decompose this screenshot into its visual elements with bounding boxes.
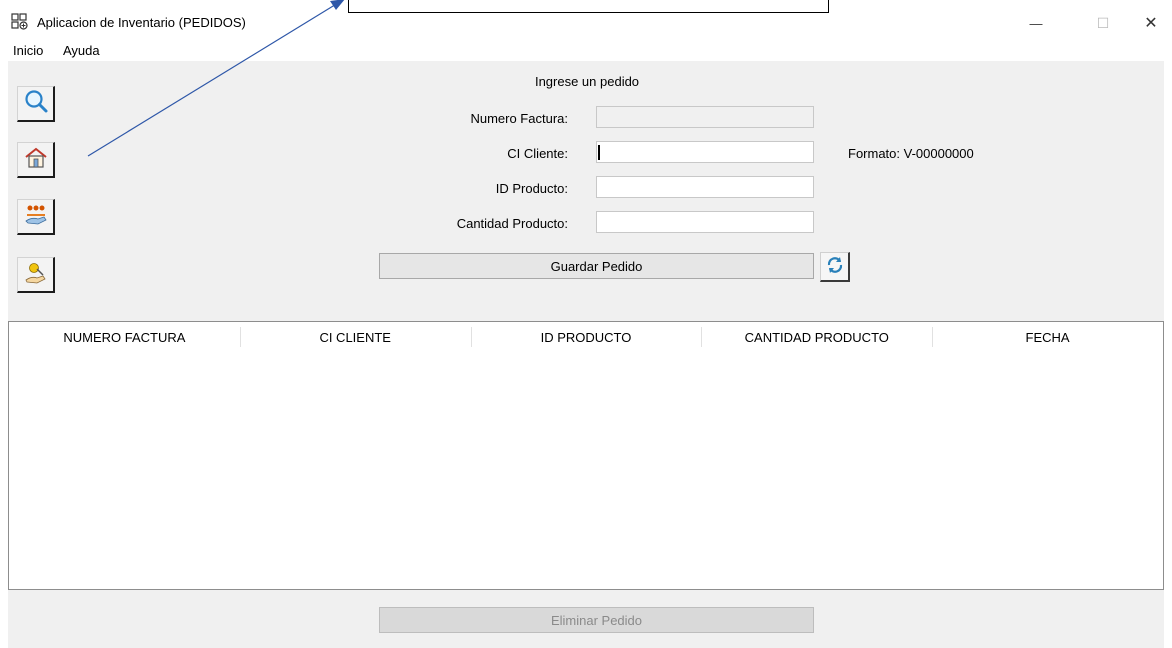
window-title: Aplicacion de Inventario (PEDIDOS)	[37, 15, 246, 30]
refresh-button[interactable]	[820, 252, 850, 282]
refresh-icon	[825, 255, 845, 278]
maximize-icon: ☐	[1096, 14, 1110, 31]
app-icon	[11, 13, 29, 31]
home-button[interactable]	[17, 142, 55, 178]
invoice-number-label: Numero Factura:	[470, 111, 568, 126]
close-icon: ✕	[1144, 15, 1158, 32]
minimize-button[interactable]: —	[1013, 8, 1059, 38]
delete-order-button: Eliminar Pedido	[379, 607, 814, 633]
ci-client-label: CI Cliente:	[507, 146, 568, 161]
invoice-number-field	[596, 106, 814, 128]
payment-icon	[24, 261, 48, 288]
customers-icon	[24, 203, 48, 230]
maximize-button[interactable]: ☐	[1080, 8, 1126, 38]
product-id-label: ID Producto:	[495, 181, 568, 196]
order-form-panel	[8, 61, 1164, 321]
search-button[interactable]	[17, 86, 55, 122]
product-id-field[interactable]	[596, 176, 814, 198]
menu-item-ayuda[interactable]: Ayuda	[63, 43, 100, 58]
search-icon	[23, 89, 49, 118]
column-header-product-quantity[interactable]: CANTIDAD PRODUCTO	[701, 322, 932, 352]
column-header-product-id[interactable]: ID PRODUCTO	[470, 322, 702, 352]
delete-order-label: Eliminar Pedido	[550, 612, 643, 628]
text-caret	[598, 145, 600, 160]
menu-bar: Inicio Ayuda	[0, 42, 1172, 61]
minimize-icon: —	[1029, 15, 1043, 31]
column-header-date[interactable]: FECHA	[932, 322, 1163, 352]
column-header-ci-client[interactable]: CI CLIENTE	[239, 322, 471, 352]
product-quantity-field[interactable]	[596, 211, 814, 233]
column-header-invoice-number[interactable]: NUMERO FACTURA	[9, 322, 240, 352]
save-order-button[interactable]: Guardar Pedido	[379, 253, 814, 279]
ci-format-hint: Formato: V-00000000	[848, 146, 974, 161]
save-order-label: Guardar Pedido	[550, 258, 643, 274]
product-quantity-label: Cantidad Producto:	[456, 216, 568, 231]
customers-button[interactable]	[17, 199, 55, 235]
close-button[interactable]: ✕	[1128, 8, 1172, 38]
ci-client-field[interactable]	[596, 141, 814, 163]
home-icon	[24, 146, 48, 173]
orders-table[interactable]: NUMERO FACTURA CI CLIENTE ID PRODUCTO CA…	[8, 321, 1164, 590]
annotation-box	[348, 0, 829, 13]
form-heading: Ingrese un pedido	[534, 74, 640, 89]
menu-item-inicio[interactable]: Inicio	[13, 43, 43, 58]
table-header: NUMERO FACTURA CI CLIENTE ID PRODUCTO CA…	[9, 322, 1163, 352]
payment-button[interactable]	[17, 257, 55, 293]
